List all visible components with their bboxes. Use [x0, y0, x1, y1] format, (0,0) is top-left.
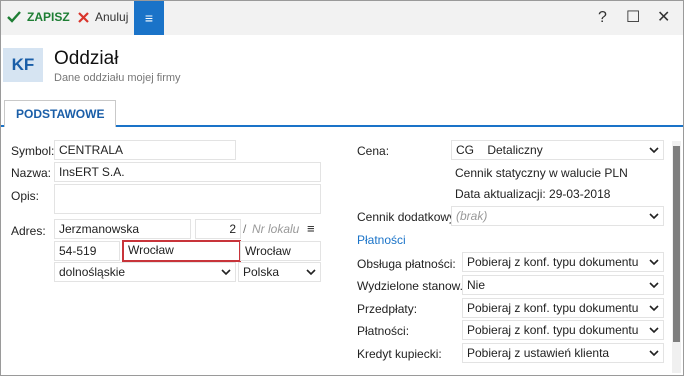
postal-code-field[interactable]: 54-519: [54, 241, 120, 261]
save-button[interactable]: ZAPISZ: [7, 10, 70, 24]
chevron-down-icon: [221, 269, 231, 276]
page-subtitle: Dane oddziału mojej firmy: [54, 72, 181, 84]
platnosci-label: Płatności:: [357, 324, 410, 338]
przedplaty-select[interactable]: Pobieraj z konf. typu dokumentu: [462, 298, 664, 318]
nazwa-label: Nazwa:: [11, 166, 52, 180]
cancel-button[interactable]: Anuluj: [78, 10, 128, 24]
chevron-down-icon: [649, 327, 659, 334]
adres-label: Adres:: [11, 224, 46, 238]
app-badge: KF: [3, 48, 43, 82]
country-select[interactable]: Polska: [238, 262, 321, 282]
chevron-down-icon: [306, 269, 316, 276]
page-title: Oddział: [54, 48, 119, 69]
scrollbar-thumb[interactable]: [673, 146, 680, 342]
post-city-field[interactable]: Wrocław: [240, 241, 321, 261]
toolbar: ZAPISZ Anuluj ≡ ? ☐ ✕: [1, 1, 683, 35]
symbol-field[interactable]: CENTRALA: [54, 140, 236, 160]
chevron-down-icon: [649, 305, 659, 312]
wydzielone-select[interactable]: Nie: [462, 275, 664, 295]
przedplaty-label: Przedpłaty:: [357, 302, 418, 316]
cennik-dodatkowy-value: (brak): [456, 209, 488, 223]
save-label: ZAPISZ: [27, 10, 70, 24]
region-value: dolnośląskie: [59, 265, 126, 279]
platnosci-link[interactable]: Płatności: [357, 233, 406, 247]
cancel-label: Anuluj: [95, 10, 129, 24]
kredyt-select[interactable]: Pobieraj z ustawień klienta: [462, 343, 664, 363]
obsluga-value: Pobieraj z konf. typu dokumentu: [467, 255, 639, 269]
local-number-field[interactable]: Nr lokalu: [247, 219, 301, 239]
house-number-field[interactable]: 2: [195, 219, 241, 239]
cennik-dodatkowy-label: Cennik dodatkowy:: [357, 210, 459, 224]
cena-label: Cena:: [357, 144, 390, 158]
region-select[interactable]: dolnośląskie: [54, 262, 236, 282]
obsluga-select[interactable]: Pobieraj z konf. typu dokumentu: [462, 252, 664, 272]
street-field[interactable]: Jerzmanowska: [54, 219, 191, 239]
obsluga-label: Obsługa płatności:: [357, 257, 456, 271]
chevron-down-icon: [649, 350, 659, 357]
cena-select[interactable]: CG Detaliczny: [451, 140, 664, 160]
opis-label: Opis:: [11, 189, 40, 203]
chevron-down-icon: [649, 259, 659, 266]
tab-strip: PODSTAWOWE: [1, 100, 683, 127]
platnosci-select[interactable]: Pobieraj z konf. typu dokumentu: [462, 320, 664, 340]
opis-field[interactable]: [54, 184, 321, 214]
close-button[interactable]: ✕: [657, 9, 670, 27]
kredyt-value: Pobieraj z ustawień klienta: [467, 346, 610, 360]
hamburger-icon: ≡: [144, 10, 154, 26]
nazwa-field[interactable]: InsERT S.A.: [54, 162, 321, 182]
address-menu-icon[interactable]: ≡: [307, 221, 315, 236]
cennik-info: Cennik statyczny w walucie PLN: [455, 166, 628, 180]
x-icon: [78, 11, 89, 23]
menu-button[interactable]: ≡: [134, 1, 164, 35]
cena-value: Detaliczny: [487, 143, 543, 157]
tab-podstawowe[interactable]: PODSTAWOWE: [4, 100, 117, 127]
wydzielone-label: Wydzielone stanow...: [357, 279, 470, 293]
cennik-dodatkowy-select[interactable]: (brak): [451, 206, 664, 226]
help-button[interactable]: ?: [598, 9, 607, 27]
kredyt-label: Kredyt kupiecki:: [357, 347, 442, 361]
data-aktualizacji: Data aktualizacji: 29-03-2018: [455, 187, 611, 201]
number-separator: /: [243, 222, 247, 236]
chevron-down-icon: [649, 147, 659, 154]
symbol-label: Symbol:: [11, 144, 55, 158]
chevron-down-icon: [649, 282, 659, 289]
country-value: Polska: [243, 265, 280, 279]
przedplaty-value: Pobieraj z konf. typu dokumentu: [467, 301, 639, 315]
cena-code: CG: [456, 143, 474, 157]
city-field[interactable]: Wrocław: [122, 240, 241, 262]
wydzielone-value: Nie: [467, 278, 486, 292]
chevron-down-icon: [649, 213, 659, 220]
check-icon: [7, 11, 21, 23]
maximize-button[interactable]: ☐: [626, 9, 640, 27]
platnosci-value: Pobieraj z konf. typu dokumentu: [467, 323, 639, 337]
